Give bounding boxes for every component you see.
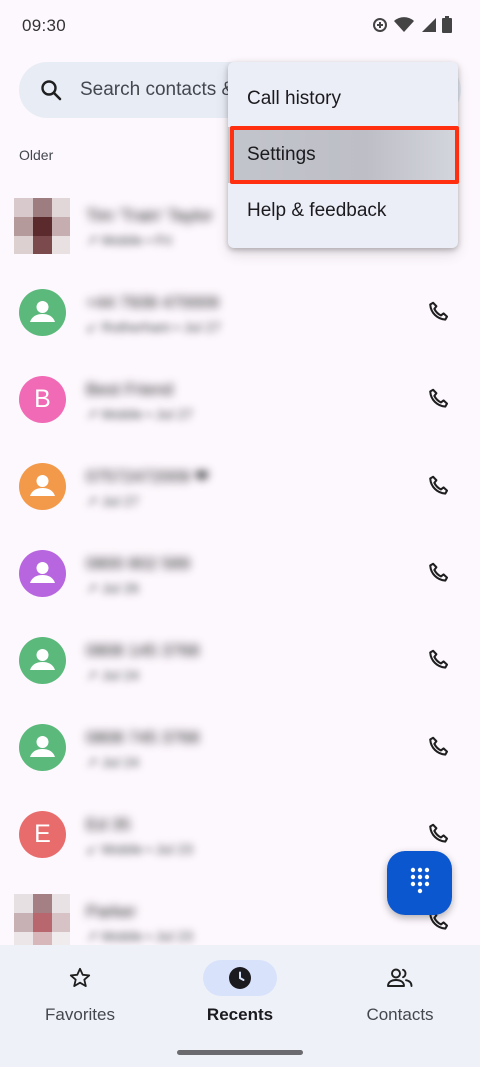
- call-row[interactable]: 0808 145 3768 ↗ Jul 24: [0, 617, 480, 704]
- search-icon: [39, 78, 63, 107]
- status-time: 09:30: [22, 16, 67, 35]
- call-detail: ↗ Jul 27: [86, 493, 139, 509]
- nav-contacts-label: Contacts: [366, 1005, 434, 1024]
- phone-icon[interactable]: [426, 299, 452, 325]
- signal-icon: [420, 17, 436, 33]
- call-row[interactable]: +44 7939 470009 ↙ Rotherham • Jul 27: [0, 269, 480, 356]
- contact-name: 0808 145 3768: [86, 641, 200, 660]
- home-indicator[interactable]: [177, 1050, 303, 1055]
- dialpad-button[interactable]: [387, 851, 452, 915]
- call-detail: ↗ Mobile • Jul 27: [86, 406, 193, 422]
- phone-icon[interactable]: [426, 386, 452, 412]
- phone-icon[interactable]: [426, 473, 452, 499]
- battery-icon: [442, 16, 452, 33]
- people-icon: [363, 960, 437, 996]
- contact-name: +44 7939 470009: [86, 293, 219, 312]
- menu-item-settings[interactable]: Settings: [228, 127, 458, 183]
- phone-icon[interactable]: [426, 560, 452, 586]
- contact-photo: [14, 894, 70, 950]
- call-row[interactable]: B Best Friend ↗ Mobile • Jul 27: [0, 356, 480, 443]
- menu-item-help-feedback[interactable]: Help & feedback: [228, 183, 458, 239]
- nav-recents[interactable]: Recents: [160, 945, 320, 1045]
- phone-icon[interactable]: [426, 734, 452, 760]
- nav-favorites-label: Favorites: [45, 1005, 115, 1024]
- avatar-letter: E: [34, 820, 51, 848]
- star-icon: [43, 960, 117, 996]
- contact-name: Parker: [86, 902, 137, 921]
- call-detail: ↙ Rotherham • Jul 27: [86, 319, 221, 335]
- status-bar: 09:30: [0, 0, 480, 52]
- nav-recents-label: Recents: [206, 1005, 274, 1024]
- wifi-icon: [394, 16, 414, 33]
- phone-icon[interactable]: [426, 647, 452, 673]
- contact-name: 07572472009 ❤: [86, 467, 209, 486]
- call-detail: ↗ Jul 26: [86, 580, 139, 596]
- contact-name: Ed 35: [86, 815, 131, 834]
- contact-name: Tim 'Train' Taylor: [86, 206, 213, 225]
- letter-avatar: B: [19, 376, 66, 423]
- avatar-letter: B: [34, 385, 51, 413]
- call-row[interactable]: 0800 802 589 ↗ Jul 26: [0, 530, 480, 617]
- person-avatar-icon: [19, 724, 66, 771]
- call-detail: ↙ Mobile • Jul 23: [86, 841, 193, 857]
- nav-contacts[interactable]: Contacts: [320, 945, 480, 1045]
- contact-name: 0808 745 3768: [86, 728, 200, 747]
- data-saver-icon: [372, 17, 388, 33]
- call-detail: ↗ Jul 24: [86, 667, 139, 683]
- letter-avatar: E: [19, 811, 66, 858]
- person-avatar-icon: [19, 637, 66, 684]
- status-icons: [372, 16, 452, 33]
- call-detail: ↗ Mobile • Jul 23: [86, 928, 193, 944]
- contact-name: Best Friend: [86, 380, 173, 399]
- dialpad-icon: [409, 867, 431, 900]
- person-avatar-icon: [19, 463, 66, 510]
- section-header-older: Older: [19, 147, 54, 163]
- call-row[interactable]: 07572472009 ❤ ↗ Jul 27: [0, 443, 480, 530]
- clock-icon: [203, 960, 277, 996]
- search-placeholder: Search contacts &: [80, 79, 235, 100]
- person-avatar-icon: [19, 550, 66, 597]
- call-detail: ↗ Jul 24: [86, 754, 139, 770]
- phone-icon[interactable]: [426, 821, 452, 847]
- person-avatar-icon: [19, 289, 66, 336]
- call-row[interactable]: 0808 745 3768 ↗ Jul 24: [0, 704, 480, 791]
- call-detail: ↗ Mobile • Fri: [86, 232, 172, 248]
- contact-photo: [14, 198, 70, 254]
- contact-name: 0800 802 589: [86, 554, 190, 573]
- nav-favorites[interactable]: Favorites: [0, 945, 160, 1045]
- menu-item-call-history[interactable]: Call history: [228, 71, 458, 127]
- bottom-navigation: Favorites Recents Contacts: [0, 945, 480, 1067]
- overflow-menu: Call history Settings Help & feedback: [228, 62, 458, 248]
